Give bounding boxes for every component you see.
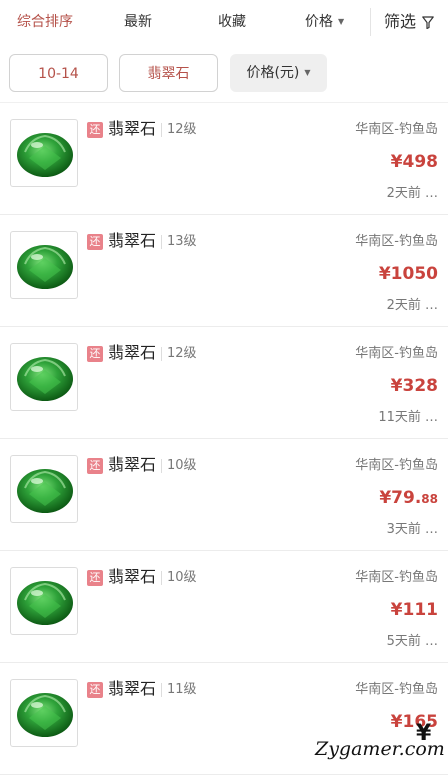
listing-row[interactable]: 还翡翠石 13级 华南区-钓鱼岛 ¥1050 2天前 … xyxy=(0,215,448,327)
item-price: ¥111 xyxy=(391,597,438,624)
level-range-chip[interactable]: 10-14 xyxy=(9,54,108,92)
filter-label: 筛选 xyxy=(384,12,417,31)
listing-time: 2天前 … xyxy=(386,186,438,201)
item-name: 翡翠石 xyxy=(108,343,157,362)
item-thumbnail[interactable] xyxy=(10,343,78,411)
listing-time: 11天前 … xyxy=(378,410,438,425)
title-separator xyxy=(161,347,162,361)
item-level: 13级 xyxy=(167,234,197,249)
item-name: 翡翠石 xyxy=(108,119,157,138)
emerald-gem-icon xyxy=(17,245,73,289)
price-main: ¥498 xyxy=(390,152,438,172)
item-name: 翡翠石 xyxy=(108,679,157,698)
filter-button[interactable]: 筛选 xyxy=(384,0,434,44)
sort-divider xyxy=(370,8,371,36)
listing-time: 3天前 … xyxy=(386,522,438,537)
sort-price[interactable]: 价格 ▼ xyxy=(305,0,344,44)
title-separator xyxy=(161,571,162,585)
return-badge: 还 xyxy=(87,570,103,586)
sort-favorites[interactable]: 收藏 xyxy=(218,0,246,44)
item-level: 10级 xyxy=(167,570,197,585)
item-name: 翡翠石 xyxy=(108,231,157,250)
item-thumbnail[interactable] xyxy=(10,455,78,523)
item-thumbnail[interactable] xyxy=(10,679,78,747)
filter-chips-bar: 10-14 翡翠石 价格(元) ▼ xyxy=(0,44,448,103)
item-name-chip[interactable]: 翡翠石 xyxy=(119,54,218,92)
return-badge: 还 xyxy=(87,682,103,698)
item-name: 翡翠石 xyxy=(108,567,157,586)
server-region: 华南区-钓鱼岛 xyxy=(355,346,438,361)
sort-bar: 综合排序 最新 收藏 价格 ▼ 筛选 xyxy=(0,0,448,45)
price-main: ¥1050 xyxy=(378,264,438,284)
caret-down-icon: ▼ xyxy=(304,68,311,77)
title-separator xyxy=(161,459,162,473)
item-level: 12级 xyxy=(167,122,197,137)
item-price: ¥79.88 xyxy=(379,485,438,512)
price-sort-label: 价格(元) xyxy=(246,65,300,81)
item-level: 11级 xyxy=(167,682,197,697)
title-separator xyxy=(161,123,162,137)
caret-down-icon: ▼ xyxy=(338,17,345,26)
watermark-logo: ¥ xyxy=(416,721,432,746)
price-main: ¥328 xyxy=(390,376,438,396)
server-region: 华南区-钓鱼岛 xyxy=(355,682,438,697)
server-region: 华南区-钓鱼岛 xyxy=(355,570,438,585)
return-badge: 还 xyxy=(87,346,103,362)
listing-row[interactable]: 还翡翠石 12级 华南区-钓鱼岛 ¥498 2天前 … xyxy=(0,103,448,215)
title-separator xyxy=(161,683,162,697)
listing-time: 5天前 … xyxy=(386,634,438,649)
sort-comprehensive[interactable]: 综合排序 xyxy=(17,0,73,44)
price-sort-chip[interactable]: 价格(元) ▼ xyxy=(230,54,327,92)
return-badge: 还 xyxy=(87,122,103,138)
item-price: ¥498 xyxy=(391,149,438,176)
emerald-gem-icon xyxy=(17,469,73,513)
server-region: 华南区-钓鱼岛 xyxy=(355,122,438,137)
price-main: ¥111 xyxy=(390,600,438,620)
server-region: 华南区-钓鱼岛 xyxy=(355,234,438,249)
return-badge: 还 xyxy=(87,234,103,250)
sort-price-label: 价格 xyxy=(305,14,333,30)
emerald-gem-icon xyxy=(17,581,73,625)
item-level: 12级 xyxy=(167,346,197,361)
sort-newest[interactable]: 最新 xyxy=(124,0,152,44)
price-cents: 88 xyxy=(421,492,438,506)
item-thumbnail[interactable] xyxy=(10,567,78,635)
server-region: 华南区-钓鱼岛 xyxy=(355,458,438,473)
emerald-gem-icon xyxy=(17,133,73,177)
emerald-gem-icon xyxy=(17,357,73,401)
listing-row[interactable]: 还翡翠石 12级 华南区-钓鱼岛 ¥328 11天前 … xyxy=(0,327,448,439)
listing-row[interactable]: 还翡翠石 10级 华南区-钓鱼岛 ¥111 5天前 … xyxy=(0,551,448,663)
item-name: 翡翠石 xyxy=(108,455,157,474)
listing-row[interactable]: 还翡翠石 10级 华南区-钓鱼岛 ¥79.88 3天前 … xyxy=(0,439,448,551)
item-price: ¥1050 xyxy=(379,261,438,288)
title-separator xyxy=(161,235,162,249)
listing-time: 2天前 … xyxy=(386,298,438,313)
item-thumbnail[interactable] xyxy=(10,231,78,299)
item-price: ¥328 xyxy=(391,373,438,400)
item-thumbnail[interactable] xyxy=(10,119,78,187)
funnel-icon xyxy=(422,16,434,30)
item-level: 10级 xyxy=(167,458,197,473)
emerald-gem-icon xyxy=(17,693,73,737)
price-main: ¥79. xyxy=(379,488,422,508)
return-badge: 还 xyxy=(87,458,103,474)
